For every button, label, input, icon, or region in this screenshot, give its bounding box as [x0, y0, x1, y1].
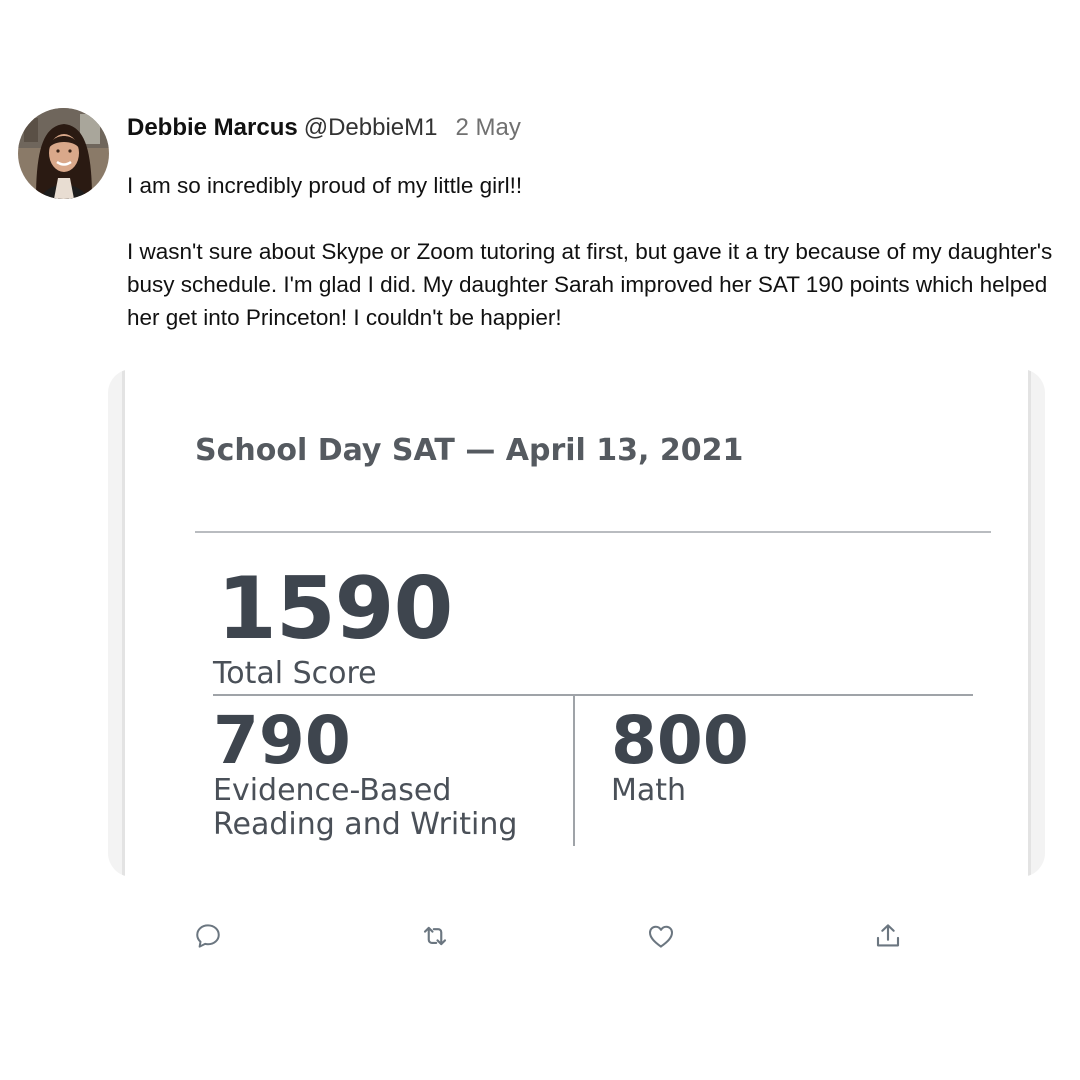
reply-button[interactable] [190, 918, 226, 954]
ebrw-score-label: Evidence-Based Reading and Writing [213, 773, 518, 842]
tweet-paragraph: I wasn't sure about Skype or Zoom tutori… [127, 239, 1053, 330]
score-report: School Day SAT — April 13, 2021 1590 Tot… [122, 369, 1031, 877]
vertical-divider [573, 696, 575, 846]
like-icon [649, 925, 673, 948]
image-edge [108, 369, 122, 877]
user-handle[interactable]: @DebbieM1 [304, 114, 438, 142]
display-name[interactable]: Debbie Marcus [127, 114, 298, 142]
math-score-label: Math [611, 773, 687, 808]
reply-icon [196, 924, 220, 948]
attached-image[interactable]: School Day SAT — April 13, 2021 1590 Tot… [108, 369, 1045, 877]
tweet-text: I am so incredibly proud of my little gi… [127, 169, 1057, 334]
timestamp[interactable]: 2 May [455, 114, 520, 142]
tweet-card: Debbie Marcus @DebbieM1 2 May I am so in… [0, 0, 1080, 1080]
action-bar [0, 918, 1080, 958]
tweet-paragraph: I am so incredibly proud of my little gi… [127, 173, 523, 198]
divider [195, 531, 991, 533]
retweet-button[interactable] [417, 918, 453, 954]
share-icon [876, 924, 900, 947]
ebrw-score-value: 790 [213, 702, 351, 779]
profile-photo-icon [18, 108, 109, 199]
math-score-value: 800 [611, 702, 749, 779]
divider [213, 694, 973, 696]
like-button[interactable] [643, 918, 679, 954]
share-button[interactable] [870, 918, 906, 954]
tweet-header: Debbie Marcus @DebbieM1 2 May [127, 114, 521, 142]
total-score-value: 1590 [217, 559, 453, 659]
retweet-icon [423, 926, 447, 946]
total-score-label: Total Score [213, 656, 377, 691]
score-report-title: School Day SAT — April 13, 2021 [195, 433, 744, 468]
image-edge [1031, 369, 1045, 877]
avatar[interactable] [18, 108, 109, 199]
